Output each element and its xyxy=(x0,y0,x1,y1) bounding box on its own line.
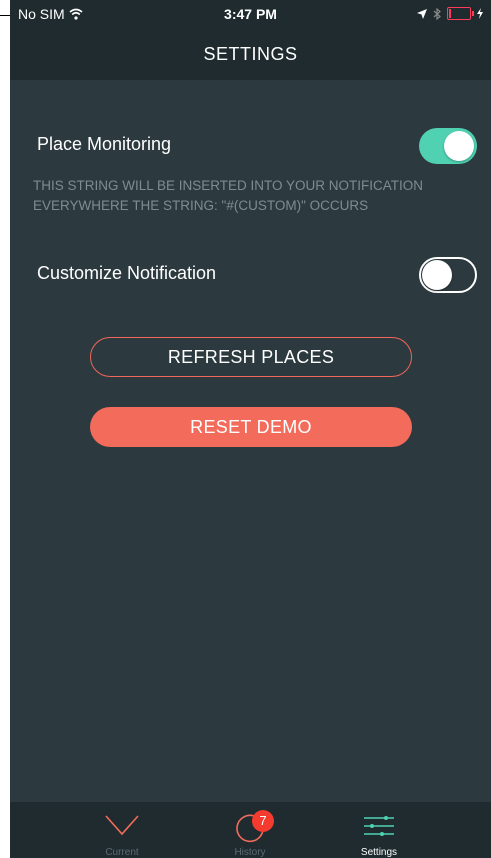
charging-icon xyxy=(477,8,483,19)
toggle-knob xyxy=(444,131,474,161)
custom-string-hint: THIS STRING WILL BE INSERTED INTO YOUR N… xyxy=(33,178,424,213)
status-bar: No SIM 3:47 PM xyxy=(10,0,491,30)
nav-bar: SETTINGS xyxy=(10,30,491,80)
location-arrow-icon xyxy=(417,8,427,19)
tab-settings-label: Settings xyxy=(360,847,398,858)
tab-history-label: History xyxy=(234,847,266,858)
bluetooth-icon xyxy=(433,7,441,20)
place-monitoring-row: Place Monitoring xyxy=(37,126,477,166)
tab-history[interactable]: 7 History xyxy=(190,802,310,858)
tab-current[interactable]: Current xyxy=(62,802,182,858)
tab-current-label: Current xyxy=(105,847,139,858)
history-badge: 7 xyxy=(252,810,274,832)
tab-bar: Current 7 History Settings xyxy=(10,802,491,858)
chevron-down-icon xyxy=(105,815,139,836)
refresh-places-button[interactable]: REFRESH PLACES xyxy=(90,337,412,377)
place-monitoring-label: Place Monitoring xyxy=(37,134,172,154)
status-right xyxy=(417,7,483,20)
tab-settings[interactable]: Settings xyxy=(319,802,439,858)
sliders-icon xyxy=(364,816,394,836)
page-title: SETTINGS xyxy=(203,44,298,64)
reset-demo-button[interactable]: RESET DEMO xyxy=(90,407,412,447)
customize-notification-toggle[interactable] xyxy=(419,257,477,293)
customize-notification-row: Customize Notification xyxy=(37,255,477,295)
customize-notification-label: Customize Notification xyxy=(37,263,217,283)
place-monitoring-toggle[interactable] xyxy=(419,128,477,164)
battery-icon xyxy=(447,7,474,20)
toggle-knob xyxy=(422,260,452,290)
phone-screen: No SIM 3:47 PM SETTINGS Place Monitoring… xyxy=(10,0,491,858)
